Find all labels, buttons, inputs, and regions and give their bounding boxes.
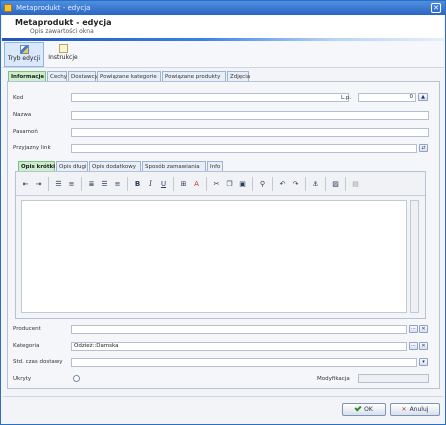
find-icon[interactable]: ⚲ bbox=[257, 179, 268, 190]
toolbar-separator bbox=[252, 177, 253, 191]
ribbon-toolbar: Tryb edycji Instrukcje bbox=[2, 41, 444, 68]
toolbar-separator bbox=[345, 177, 346, 191]
producent-input[interactable] bbox=[71, 325, 407, 334]
title-bar[interactable]: Metaprodukt - edycja ✕ bbox=[1, 1, 445, 15]
editor-toolbar: ⇤ ⇥ ☰ ≡ ≣ ☰ ≡ B I U ⊞ A ✂ ❐ ▣ ⚲ ↶ ↷ ⚓ ▨ … bbox=[16, 172, 425, 196]
kategoria-input[interactable]: Odzież::Damska bbox=[71, 342, 407, 351]
cut-icon[interactable]: ✂ bbox=[211, 179, 222, 190]
czas-dostawy-input[interactable] bbox=[71, 358, 417, 367]
dialog-header: Metaprodukt - edycja Opis zawartości okn… bbox=[2, 15, 444, 38]
align-right-icon[interactable]: ≡ bbox=[112, 179, 123, 190]
undo-icon[interactable]: ↶ bbox=[277, 179, 288, 190]
instructions-label: Instrukcje bbox=[48, 54, 78, 61]
bullet-list-icon[interactable]: ☰ bbox=[53, 179, 64, 190]
bold-button[interactable]: B bbox=[132, 179, 143, 190]
ukryty-checkbox[interactable] bbox=[73, 375, 80, 382]
check-icon bbox=[354, 404, 362, 412]
toolbar-separator bbox=[81, 177, 82, 191]
lp-input[interactable]: 0 bbox=[358, 93, 416, 102]
lp-label: L.p. bbox=[341, 95, 352, 101]
kategoria-label: Kategoria bbox=[13, 343, 40, 349]
cancel-icon: ✕ bbox=[401, 406, 407, 413]
toolbar-separator bbox=[272, 177, 273, 191]
przyjazny-link-input[interactable] bbox=[71, 144, 417, 153]
nazwa-label: Nazwa bbox=[13, 112, 32, 118]
cancel-button[interactable]: ✕ Anuluj bbox=[390, 403, 440, 416]
ukryty-label: Ukryty bbox=[13, 376, 32, 382]
indent-left-icon[interactable]: ⇤ bbox=[20, 179, 31, 190]
ok-label: OK bbox=[364, 406, 373, 413]
insert-image-icon[interactable]: ▨ bbox=[330, 179, 341, 190]
pasamon-input[interactable] bbox=[71, 128, 429, 137]
page-title: Metaprodukt - edycja bbox=[15, 18, 112, 27]
rich-text-editor: ⇤ ⇥ ☰ ≡ ≣ ☰ ≡ B I U ⊞ A ✂ ❐ ▣ ⚲ ↶ ↷ ⚓ ▨ … bbox=[15, 171, 426, 319]
dialog-window: Metaprodukt - edycja ✕ Metaprodukt - edy… bbox=[0, 0, 446, 425]
pasamon-label: Pasamoń bbox=[13, 129, 38, 135]
czas-dostawy-label: Std. czas dostawy bbox=[13, 359, 63, 365]
app-icon bbox=[4, 4, 12, 12]
ok-button[interactable]: OK bbox=[342, 403, 386, 416]
kod-input[interactable] bbox=[71, 93, 349, 102]
paste-icon[interactable]: ▣ bbox=[237, 179, 248, 190]
edit-mode-button[interactable]: Tryb edycji bbox=[4, 42, 44, 67]
edit-mode-label: Tryb edycji bbox=[7, 55, 41, 62]
toolbar-separator bbox=[173, 177, 174, 191]
copy-icon[interactable]: ❐ bbox=[224, 179, 235, 190]
align-center-icon[interactable]: ☰ bbox=[99, 179, 110, 190]
producent-label: Producent bbox=[13, 326, 41, 332]
producent-clear-button[interactable]: ✕ bbox=[419, 325, 428, 333]
toolbar-separator bbox=[127, 177, 128, 191]
kategoria-clear-button[interactable]: ✕ bbox=[419, 342, 428, 350]
align-left-icon[interactable]: ≣ bbox=[86, 179, 97, 190]
footer-divider bbox=[3, 396, 443, 397]
modyfikacja-field bbox=[358, 374, 429, 383]
toolbar-separator bbox=[305, 177, 306, 191]
redo-icon[interactable]: ↷ bbox=[290, 179, 301, 190]
modyfikacja-label: Modyfikacja bbox=[317, 376, 350, 382]
editor-text-area[interactable] bbox=[21, 200, 407, 313]
page-subtitle: Opis zawartości okna bbox=[30, 28, 94, 35]
przyjazny-link-label: Przyjazny link bbox=[13, 145, 51, 151]
indent-right-icon[interactable]: ⇥ bbox=[33, 179, 44, 190]
insert-link-icon[interactable]: ⚓ bbox=[310, 179, 321, 190]
toolbar-separator bbox=[325, 177, 326, 191]
italic-button[interactable]: I bbox=[145, 179, 156, 190]
edit-mode-icon bbox=[19, 45, 29, 54]
nazwa-input[interactable] bbox=[71, 111, 429, 120]
kod-label: Kod bbox=[13, 95, 24, 101]
underline-button[interactable]: U bbox=[158, 179, 169, 190]
editor-scrollbar[interactable] bbox=[410, 200, 419, 313]
font-color-button[interactable]: A bbox=[191, 179, 202, 190]
czas-dostawy-dropdown[interactable]: ▾ bbox=[419, 358, 428, 366]
window-title: Metaprodukt - edycja bbox=[16, 4, 91, 12]
toolbar-separator bbox=[206, 177, 207, 191]
cancel-label: Anuluj bbox=[409, 406, 429, 413]
font-style-icon[interactable]: ⊞ bbox=[178, 179, 189, 190]
kategoria-select-button[interactable]: ⋯ bbox=[409, 342, 418, 350]
close-button[interactable]: ✕ bbox=[431, 3, 441, 13]
producent-select-button[interactable]: ⋯ bbox=[409, 325, 418, 333]
numbered-list-icon[interactable]: ≡ bbox=[66, 179, 77, 190]
toolbar-separator bbox=[48, 177, 49, 191]
source-view-icon[interactable]: ▤ bbox=[350, 179, 361, 190]
lp-spinner[interactable]: ▲ bbox=[418, 93, 428, 101]
instructions-icon bbox=[58, 44, 68, 53]
instructions-button[interactable]: Instrukcje bbox=[46, 42, 80, 67]
generate-link-button[interactable]: ⇄ bbox=[419, 144, 428, 152]
